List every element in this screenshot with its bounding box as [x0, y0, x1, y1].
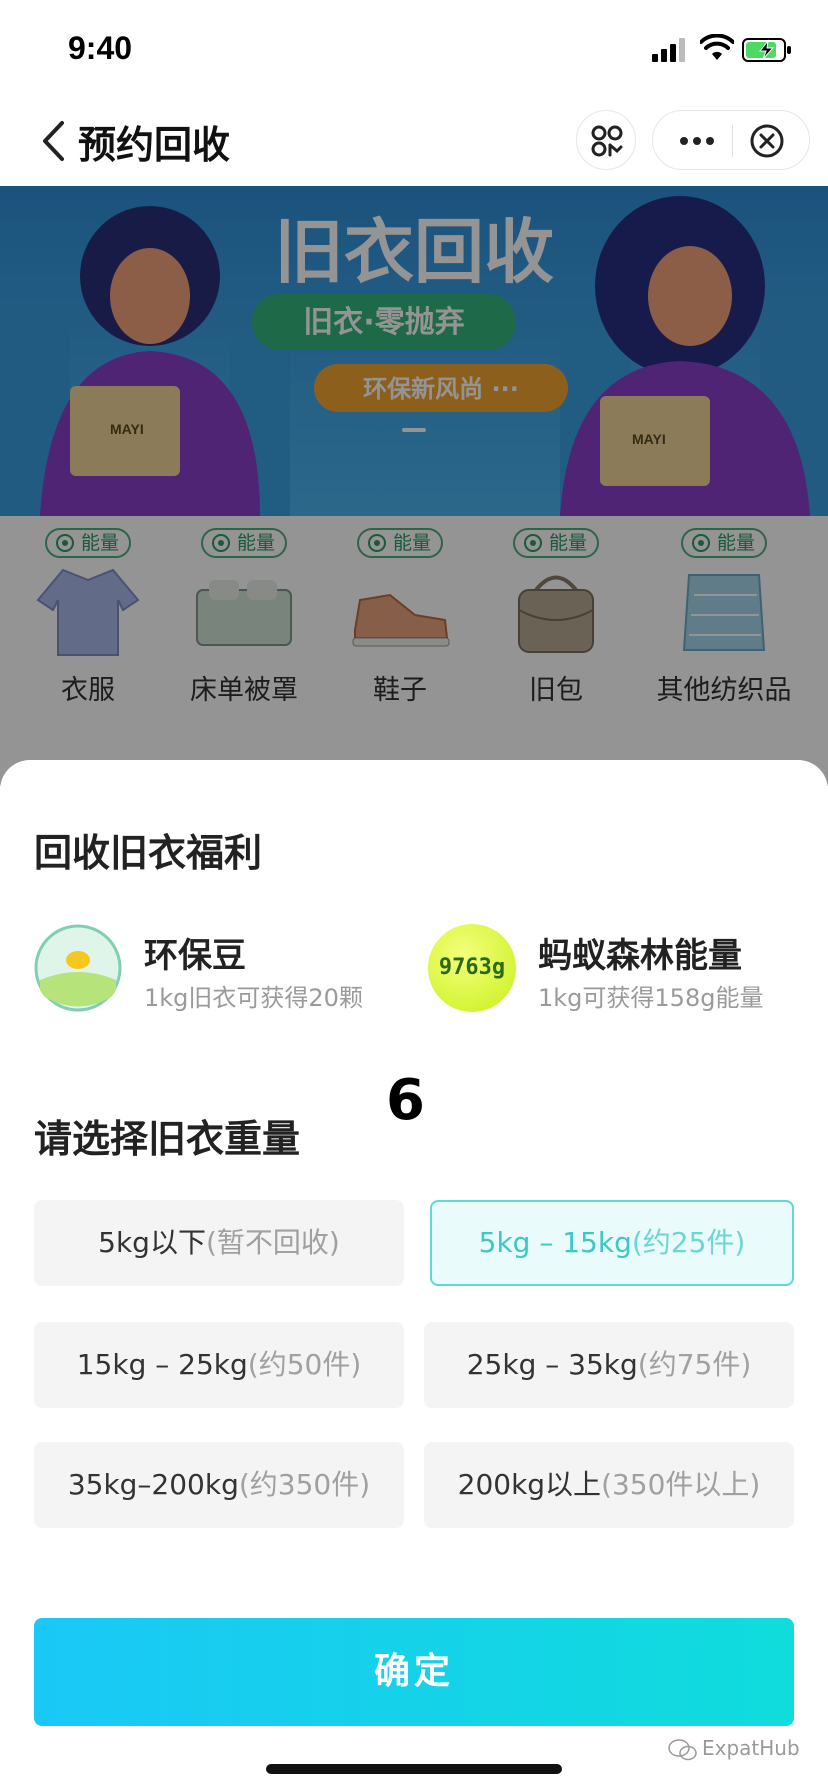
- step-number: 6: [386, 1068, 425, 1133]
- recycle-bottom-sheet: 回收旧衣福利 环保豆 1kg旧衣可获得20颗 9763g 蚂蚁森林能量 1kg可…: [0, 760, 828, 1792]
- option-sub: (约25件): [631, 1226, 746, 1259]
- status-time: 9:40: [68, 30, 133, 66]
- benefit-name: 蚂蚁森林能量: [538, 936, 742, 976]
- close-icon[interactable]: [749, 123, 785, 159]
- page-title: 预约回收: [78, 123, 231, 167]
- option-main: 200kg以上: [457, 1468, 602, 1501]
- benefit-name: 环保豆: [144, 936, 246, 976]
- wechat-icon: [668, 1738, 697, 1760]
- option-sub: (约75件): [637, 1348, 752, 1381]
- more-icon[interactable]: [677, 127, 717, 155]
- option-main: 25kg – 35kg: [466, 1348, 638, 1381]
- benefit-desc: 1kg可获得158g能量: [538, 984, 764, 1012]
- weight-option-selected[interactable]: 5kg – 15kg(约25件): [430, 1200, 794, 1286]
- scan-icon: [591, 125, 623, 157]
- forest-energy-icon: 9763g: [428, 924, 516, 1012]
- benefit-desc: 1kg旧衣可获得20颗: [144, 984, 363, 1012]
- option-sub: (约50件): [247, 1348, 362, 1381]
- weight-option[interactable]: 5kg以下(暂不回收): [34, 1200, 404, 1286]
- wifi-icon: [700, 34, 734, 60]
- benefit-eco-beans: 环保豆 1kg旧衣可获得20颗: [34, 924, 414, 1014]
- benefit-forest-energy: 9763g 蚂蚁森林能量 1kg可获得158g能量: [428, 924, 808, 1014]
- weight-option[interactable]: 35kg–200kg(约350件): [34, 1442, 404, 1528]
- status-bar: 9:40: [0, 0, 828, 96]
- benefits-title: 回收旧衣福利: [34, 831, 263, 875]
- option-sub: (350件以上): [601, 1468, 761, 1501]
- confirm-button[interactable]: 确定: [34, 1618, 794, 1726]
- option-main: 35kg–200kg: [67, 1468, 239, 1501]
- eco-bean-icon: [34, 924, 122, 1012]
- energy-amount: 9763g: [438, 955, 506, 980]
- mini-program-capsule: [652, 110, 810, 170]
- watermark-text: ExpatHub: [702, 1736, 800, 1760]
- nav-bar: 预约回收: [0, 96, 828, 186]
- watermark: ExpatHub: [668, 1736, 800, 1761]
- option-main: 5kg以下: [98, 1226, 206, 1259]
- weight-title: 请选择旧衣重量: [34, 1117, 301, 1161]
- cellular-signal-icon: [652, 38, 688, 62]
- weight-option[interactable]: 25kg – 35kg(约75件): [424, 1322, 794, 1408]
- scan-button[interactable]: [576, 110, 636, 170]
- battery-charging-icon: [742, 38, 791, 62]
- option-sub: (暂不回收): [205, 1226, 340, 1259]
- option-main: 15kg – 25kg: [76, 1348, 248, 1381]
- weight-option[interactable]: 200kg以上(350件以上): [424, 1442, 794, 1528]
- option-main: 5kg – 15kg: [478, 1226, 632, 1259]
- weight-option[interactable]: 15kg – 25kg(约50件): [34, 1322, 404, 1408]
- capsule-divider: [732, 125, 733, 157]
- modal-backdrop[interactable]: [0, 186, 828, 786]
- home-indicator: [266, 1764, 562, 1774]
- back-icon[interactable]: [40, 120, 66, 162]
- option-sub: (约350件): [238, 1468, 371, 1501]
